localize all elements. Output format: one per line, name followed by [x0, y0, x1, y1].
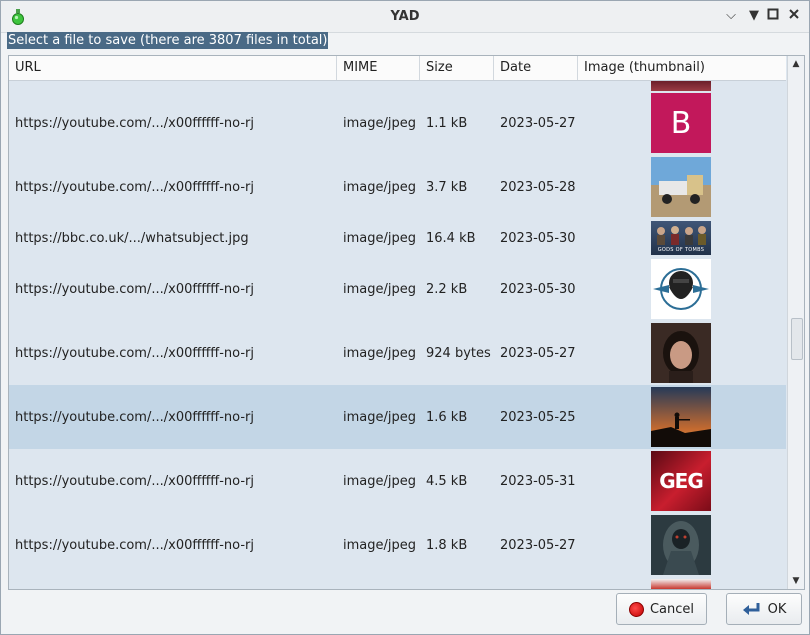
help-icon[interactable]: ⌵ [723, 8, 739, 24]
thumbnail-truck-photo [651, 157, 711, 217]
cell-size: 1.6 kB [426, 409, 468, 425]
close-icon[interactable] [786, 8, 802, 24]
cell-size: 1.1 kB [426, 115, 468, 131]
title-bar[interactable]: YAD ⌵ ▼ [1, 1, 809, 33]
thumbnail-woman-portrait [651, 323, 711, 383]
maximize-icon[interactable] [765, 8, 781, 24]
list-rows: https://youtube.com/.../x00ffffff-no-rj … [9, 81, 786, 589]
cancel-label: Cancel [649, 601, 695, 617]
cell-mime: image/jpeg [343, 115, 416, 131]
cell-size: 3.7 kB [426, 179, 468, 195]
table-row[interactable]: https://youtube.com/.../x00ffffff-no-rj … [9, 321, 786, 385]
cell-date: 2023-05-28 [500, 179, 576, 195]
column-header-image[interactable]: Image (thumbnail) [578, 56, 786, 80]
cancel-icon [628, 601, 644, 617]
cell-date: 2023-05-27 [500, 115, 576, 131]
cell-size: 2.2 kB [426, 281, 468, 297]
column-header-size[interactable]: Size [420, 56, 494, 80]
cell-url: https://youtube.com/.../x00ffffff-no-rj [15, 473, 255, 489]
cell-mime: image/jpeg [343, 345, 416, 361]
cancel-button[interactable]: Cancel [616, 593, 707, 625]
cell-date: 2023-05-30 [500, 281, 576, 297]
table-row[interactable]: https://youtube.com/.../x00ffffff-no-rj … [9, 449, 786, 513]
ok-label: OK [767, 601, 787, 617]
scroll-down-arrow-icon[interactable]: ▼ [790, 575, 802, 587]
table-row[interactable]: https://bbc.co.uk/.../whatsubject.jpg im… [9, 219, 786, 257]
cell-date: 2023-05-27 [500, 537, 576, 553]
cell-mime: image/jpeg [343, 409, 416, 425]
scroll-up-arrow-icon[interactable]: ▲ [790, 58, 802, 70]
cell-url: https://youtube.com/.../x00ffffff-no-rj [15, 537, 255, 553]
cell-date: 2023-05-25 [500, 409, 576, 425]
cell-url: https://youtube.com/.../x00ffffff-no-rj [15, 281, 255, 297]
cell-size: 924 bytes [426, 345, 491, 361]
cell-mime: image/jpeg [343, 281, 416, 297]
thumbnail-logo-text: GEG [659, 469, 703, 493]
thumbnail-letter: B [670, 105, 692, 141]
vertical-scrollbar[interactable]: ▲ ▼ [787, 56, 804, 589]
ok-button[interactable]: OK [726, 593, 802, 625]
thumbnail-soldier-sunset [651, 387, 711, 447]
scrollbar-thumb[interactable] [791, 318, 803, 360]
list-header: URL MIME Size Date Image (thumbnail) [9, 56, 786, 81]
cell-mime: image/jpeg [343, 179, 416, 195]
column-header-date[interactable]: Date [494, 56, 578, 80]
cell-url: https://youtube.com/.../x00ffffff-no-rj [15, 345, 255, 361]
cell-url: https://bbc.co.uk/.../whatsubject.jpg [15, 230, 249, 246]
cell-url: https://youtube.com/.../x00ffffff-no-rj [15, 115, 255, 131]
enter-arrow-icon [742, 603, 760, 615]
table-row[interactable]: https://youtube.com/.../x00ffffff-no-rj … [9, 385, 786, 449]
thumbnail-group-banner: GODS OF TOMBS [651, 221, 711, 255]
cell-mime: image/jpeg [343, 537, 416, 553]
cell-date: 2023-05-27 [500, 345, 576, 361]
thumbnail-bearded-man-logo [651, 259, 711, 319]
cell-url: https://youtube.com/.../x00ffffff-no-rj [15, 409, 255, 425]
cell-date: 2023-05-31 [500, 473, 576, 489]
cell-url: https://youtube.com/.../x00ffffff-no-rj [15, 179, 255, 195]
thumbnail-letter-b-avatar: B [651, 93, 711, 153]
cell-size: 16.4 kB [426, 230, 476, 246]
window-title: YAD [390, 9, 420, 24]
cell-date: 2023-05-30 [500, 230, 576, 246]
thumbnail-dark-creature [651, 515, 711, 575]
yad-window: YAD ⌵ ▼ Select a file to save (there are… [0, 0, 810, 635]
column-header-url[interactable]: URL [9, 56, 337, 80]
prompt-text: Select a file to save (there are 3807 fi… [7, 32, 329, 49]
partial-thumbnail-bottom [651, 579, 711, 589]
column-header-mime[interactable]: MIME [337, 56, 420, 80]
cell-size: 1.8 kB [426, 537, 468, 553]
cell-mime: image/jpeg [343, 230, 416, 246]
table-row[interactable]: https://youtube.com/.../x00ffffff-no-rj … [9, 91, 786, 155]
table-row[interactable]: https://youtube.com/.../x00ffffff-no-rj … [9, 513, 786, 577]
minimize-icon[interactable]: ▼ [746, 8, 762, 24]
cell-size: 4.5 kB [426, 473, 468, 489]
table-row[interactable]: https://youtube.com/.../x00ffffff-no-rj … [9, 257, 786, 321]
table-row[interactable]: https://youtube.com/.../x00ffffff-no-rj … [9, 155, 786, 219]
cell-mime: image/jpeg [343, 473, 416, 489]
thumbnail-geg-logo: GEG [651, 451, 711, 511]
thumbnail-caption: GODS OF TOMBS [657, 247, 705, 253]
partial-thumbnail-top [651, 81, 711, 91]
file-list[interactable]: URL MIME Size Date Image (thumbnail) htt… [8, 55, 805, 590]
